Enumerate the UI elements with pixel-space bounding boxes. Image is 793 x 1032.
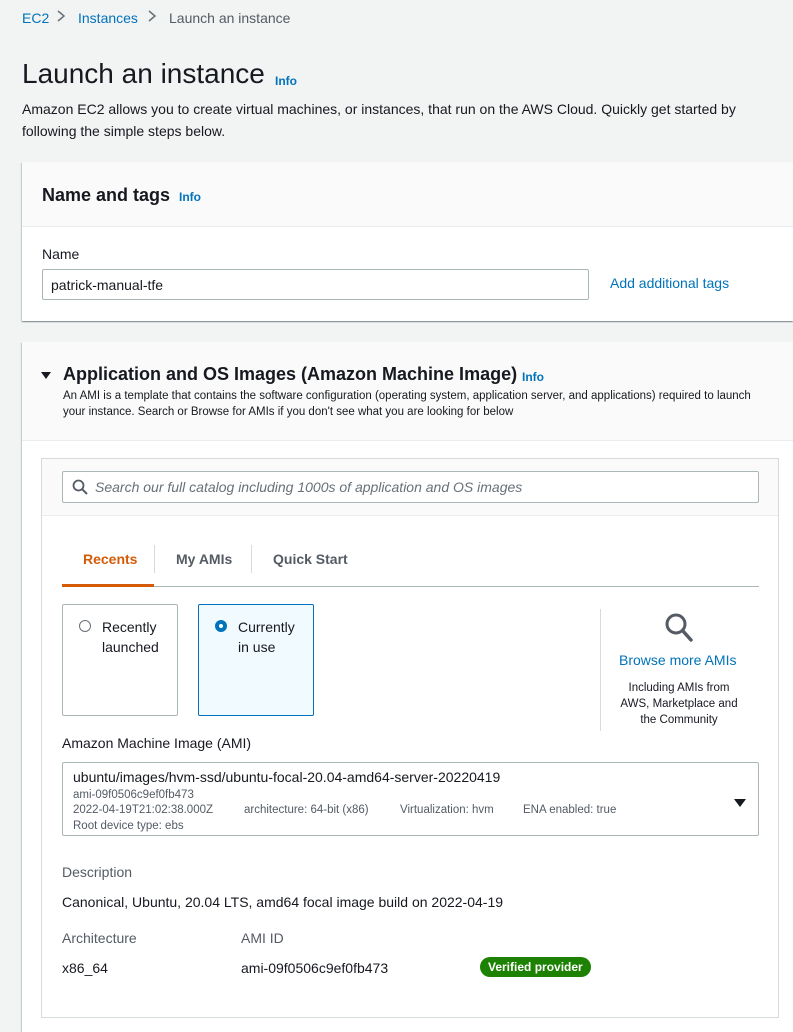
- name-label: Name: [42, 246, 80, 262]
- tab-divider: [154, 545, 155, 573]
- ami-select-name: ubuntu/images/hvm-ssd/ubuntu-focal-20.04…: [73, 769, 501, 785]
- ami-label: Amazon Machine Image (AMI): [62, 735, 252, 751]
- chevron-right-icon: [55, 9, 67, 26]
- breadcrumb-instances[interactable]: Instances: [78, 10, 138, 26]
- architecture-value: x86_64: [62, 960, 108, 976]
- active-tab-indicator: [62, 584, 154, 587]
- browse-more-amis-link[interactable]: Browse more AMIs: [619, 652, 736, 668]
- architecture-label: Architecture: [62, 930, 137, 946]
- page-title: Launch an instance: [22, 58, 265, 89]
- name-tags-title: Name and tags: [42, 185, 171, 205]
- ami-search-input[interactable]: Search our full catalog including 1000s …: [62, 471, 759, 503]
- ami-select-id: ami-09f0506c9ef0fb473: [73, 789, 194, 801]
- ami-id-value: ami-09f0506c9ef0fb473: [241, 960, 389, 976]
- browse-note: Including AMIs from AWS, Marketplace and…: [620, 682, 738, 726]
- tab-recents[interactable]: Recents: [83, 551, 137, 567]
- radio-recently-launched[interactable]: [79, 620, 91, 632]
- description-value: Canonical, Ubuntu, 20.04 LTS, amd64 foca…: [62, 894, 504, 910]
- ami-info-link[interactable]: Info: [522, 370, 544, 384]
- ami-select-root-device: Root device type: ebs: [73, 820, 184, 832]
- breadcrumb-ec2[interactable]: EC2: [22, 10, 49, 26]
- ami-search-placeholder: Search our full catalog including 1000s …: [95, 479, 523, 495]
- search-icon: [72, 479, 88, 500]
- ami-select-virtualization: Virtualization: hvm: [400, 804, 494, 816]
- verified-provider-badge: Verified provider: [480, 957, 591, 977]
- ami-title[interactable]: Application and OS Images (Amazon Machin…: [63, 364, 517, 385]
- breadcrumb-current: Launch an instance: [169, 10, 291, 26]
- name-tags-panel: Name and tags Info Name patrick-manual-t…: [22, 162, 793, 321]
- ami-select-architecture: architecture: 64-bit (x86): [244, 804, 369, 816]
- page-info-link[interactable]: Info: [275, 74, 297, 88]
- chevron-right-icon: [146, 9, 158, 26]
- radio-currently-in-use[interactable]: [215, 620, 227, 632]
- caret-down-icon[interactable]: [734, 795, 746, 813]
- tab-my-amis[interactable]: My AMIs: [176, 551, 232, 567]
- option-recently-launched[interactable]: Recently launched: [62, 604, 178, 716]
- description-label: Description: [62, 864, 133, 880]
- tab-divider: [251, 545, 252, 573]
- tab-quick-start[interactable]: Quick Start: [273, 551, 348, 567]
- ami-description: An AMI is a template that contains the s…: [63, 390, 751, 418]
- name-tags-info-link[interactable]: Info: [179, 190, 201, 204]
- ami-select-ena: ENA enabled: true: [523, 804, 617, 816]
- page-description: Amazon EC2 allows you to create virtual …: [22, 101, 736, 139]
- option-label: Recently launched: [102, 619, 159, 655]
- caret-down-icon[interactable]: [41, 367, 51, 385]
- tabs-underline: [62, 586, 759, 587]
- ami-select-date: 2022-04-19T21:02:38.000Z: [73, 804, 214, 816]
- browse-divider: [600, 609, 601, 731]
- ami-id-label: AMI ID: [241, 930, 284, 946]
- search-icon[interactable]: [664, 612, 694, 649]
- name-input[interactable]: patrick-manual-tfe: [42, 269, 589, 300]
- option-currently-in-use[interactable]: Currently in use: [198, 604, 314, 716]
- ami-select[interactable]: ubuntu/images/hvm-ssd/ubuntu-focal-20.04…: [62, 762, 759, 836]
- add-additional-tags-link[interactable]: Add additional tags: [610, 275, 729, 291]
- name-input-value: patrick-manual-tfe: [51, 276, 164, 293]
- option-label: Currently in use: [238, 619, 295, 655]
